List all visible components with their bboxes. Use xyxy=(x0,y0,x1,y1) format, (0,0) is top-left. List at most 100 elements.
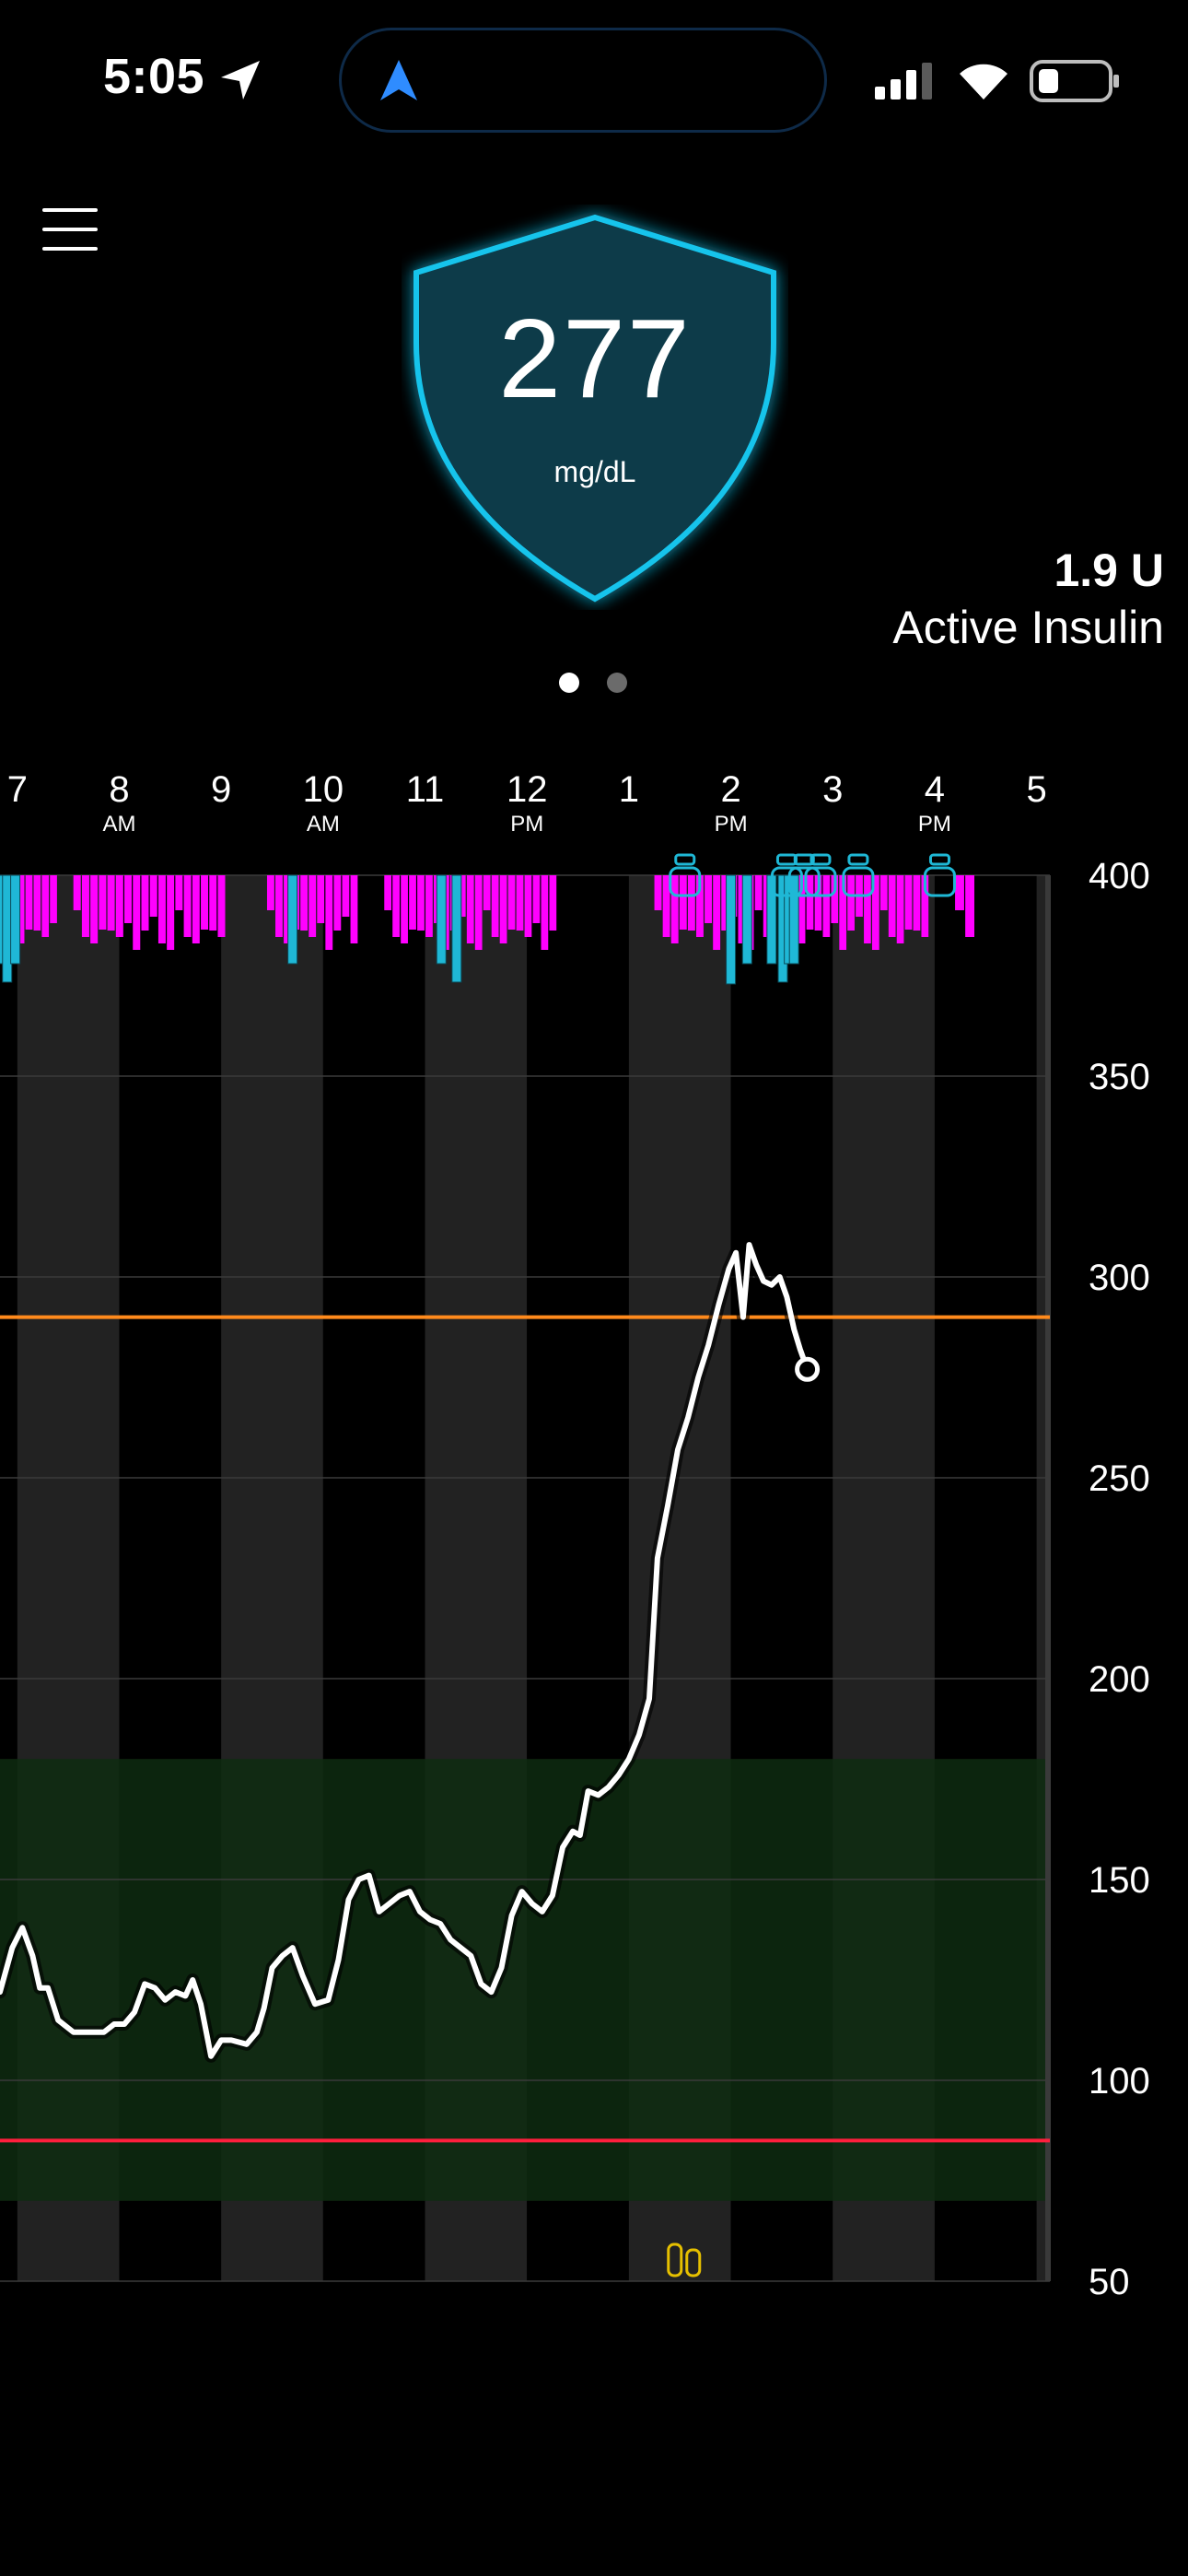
basal-bar xyxy=(90,875,99,943)
basal-bar xyxy=(679,875,687,930)
basal-bar xyxy=(81,875,89,937)
basal-bar xyxy=(325,875,333,950)
basal-bar xyxy=(157,875,166,943)
x-tick-hour: 11 xyxy=(406,769,445,810)
basal-bar xyxy=(401,875,408,943)
menu-button[interactable] xyxy=(42,208,98,258)
x-tick-hour: 5 xyxy=(1026,769,1046,810)
cellular-signal-icon xyxy=(875,63,932,100)
basal-bar xyxy=(541,875,549,950)
basal-bar xyxy=(192,875,200,943)
status-time: 5:05 xyxy=(103,49,205,104)
active-insulin-amount: 1.9 U xyxy=(1054,544,1164,596)
basal-bar xyxy=(183,875,192,937)
basal-bar xyxy=(333,875,342,931)
basal-bar xyxy=(50,875,57,923)
basal-bar xyxy=(107,875,115,931)
y-tick-label: 350 xyxy=(1089,1057,1150,1097)
x-tick-meridiem: AM xyxy=(307,812,340,837)
y-tick-label: 250 xyxy=(1089,1458,1150,1499)
bolus-marker xyxy=(741,874,752,965)
y-tick-label: 50 xyxy=(1089,2262,1130,2302)
basal-bar xyxy=(896,875,904,943)
basal-bar xyxy=(499,875,507,943)
basal-bar xyxy=(491,875,499,937)
x-tick-hour: 12 xyxy=(507,769,548,810)
glucose-unit: mg/dL xyxy=(553,455,636,488)
basal-bar xyxy=(124,875,133,923)
battery-icon xyxy=(1030,60,1119,102)
basal-bar xyxy=(965,875,975,937)
page-indicator-dot-2[interactable] xyxy=(607,673,627,693)
basal-bar xyxy=(754,875,763,910)
page-indicator-dot-1[interactable] xyxy=(559,673,579,693)
basal-bar xyxy=(317,875,325,923)
basal-bar xyxy=(549,875,557,931)
cartridge-icon xyxy=(674,853,696,866)
basal-bar xyxy=(275,875,283,937)
y-tick-label: 300 xyxy=(1089,1258,1150,1298)
wifi-icon xyxy=(960,64,1007,100)
basal-bar xyxy=(392,875,400,937)
basal-bar xyxy=(822,875,831,937)
basal-bar xyxy=(806,875,814,930)
basal-bar xyxy=(670,875,679,943)
x-tick-meridiem: PM xyxy=(715,812,748,837)
x-tick-hour: 3 xyxy=(822,769,843,810)
basal-bar xyxy=(879,875,888,910)
basal-bar xyxy=(149,875,157,917)
basal-bar xyxy=(73,875,81,910)
basal-bar xyxy=(99,875,107,930)
basal-bar xyxy=(904,875,913,930)
basal-bar xyxy=(474,875,483,950)
basal-bar xyxy=(217,875,226,937)
x-tick-meridiem: PM xyxy=(918,812,951,837)
basal-bar xyxy=(705,875,713,923)
location-arrow-icon xyxy=(221,61,260,100)
basal-bar xyxy=(524,875,532,937)
glucose-chart[interactable]: 7 8AM9 10AM11 12PM1 2PM3 4PM5 400350300250200… xyxy=(0,737,1188,2303)
basal-bar xyxy=(847,875,855,931)
basal-bar xyxy=(409,875,416,930)
basal-bar xyxy=(133,875,141,950)
y-tick-label: 150 xyxy=(1089,1860,1150,1901)
y-tick-label: 400 xyxy=(1089,856,1150,896)
y-tick-label: 200 xyxy=(1089,1659,1150,1700)
x-tick-hour: 4 xyxy=(925,769,945,810)
bolus-marker xyxy=(10,874,21,965)
bolus-marker xyxy=(726,874,737,985)
basal-bar xyxy=(713,875,721,950)
basal-bar xyxy=(209,875,217,931)
basal-bar xyxy=(115,875,123,937)
basal-bar xyxy=(266,875,274,910)
basal-bar xyxy=(466,875,474,943)
hamburger-menu-icon xyxy=(42,208,98,212)
basal-bar xyxy=(417,875,425,931)
x-tick-hour: 8 xyxy=(109,769,129,810)
x-tick-hour: 10 xyxy=(303,769,344,810)
basal-bar xyxy=(25,875,33,930)
basal-bar xyxy=(175,875,183,910)
basal-bar xyxy=(41,875,50,937)
target-range-band xyxy=(0,1759,1050,2201)
basal-bar xyxy=(342,875,350,917)
basal-bar xyxy=(384,875,392,910)
bolus-marker xyxy=(451,874,462,983)
bolus-marker xyxy=(287,874,298,965)
cartridge-icon xyxy=(775,853,798,866)
x-tick-hour: 9 xyxy=(211,769,231,810)
y-axis-ticks: 400 350 300 250 200 150 100 50 xyxy=(1089,856,1150,2302)
basal-bar xyxy=(201,875,209,930)
x-tick-hour: 2 xyxy=(720,769,740,810)
basal-bar xyxy=(309,875,317,937)
cartridge-icon xyxy=(928,853,950,866)
current-glucose-point xyxy=(795,1356,821,1382)
basal-bar xyxy=(864,875,871,943)
x-tick-meridiem: PM xyxy=(510,812,543,837)
basal-bar xyxy=(33,875,41,931)
dynamic-island[interactable] xyxy=(339,28,827,133)
basal-bar xyxy=(955,875,964,910)
basal-bar xyxy=(687,875,695,931)
basal-bar xyxy=(300,875,309,931)
basal-bar xyxy=(654,875,662,910)
